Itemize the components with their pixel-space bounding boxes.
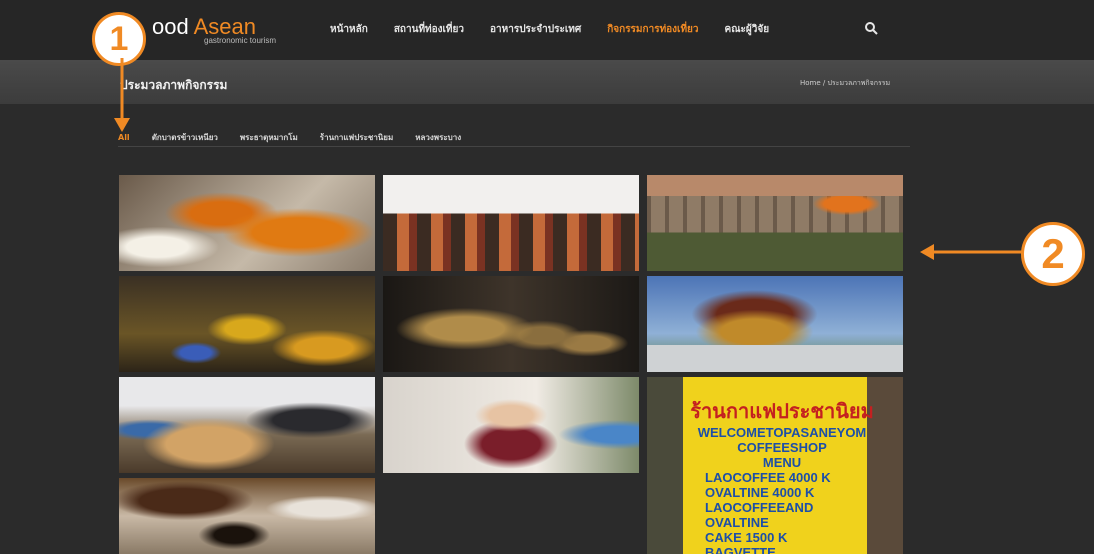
nav-item-home[interactable]: หน้าหลัก: [330, 22, 368, 37]
filter-coffee-shop[interactable]: ร้านกาแฟประชานิยม: [320, 131, 393, 144]
gallery-photo-seated-women[interactable]: [383, 175, 639, 271]
main-nav: หน้าหลัก สถานที่ท่องเที่ยว อาหารประจำประ…: [330, 22, 878, 37]
filter-luang-prabang[interactable]: หลวงพระบาง: [415, 131, 461, 144]
gallery-photo-coffee-brewing[interactable]: [119, 478, 375, 554]
top-navigation-bar: ood Asean gastronomic tourism หน้าหลัก ส…: [0, 0, 1094, 60]
gallery-photo-coffee-sign[interactable]: ร้านกาแฟประชานิยม WELCOMETOPASANEYOM COF…: [647, 377, 903, 554]
nav-item-attractions[interactable]: สถานที่ท่องเที่ยว: [394, 22, 464, 37]
nav-item-activities[interactable]: กิจกรรมการท่องเที่ยว: [607, 22, 698, 37]
breadcrumb[interactable]: Home / ประมวลภาพกิจกรรม: [800, 78, 890, 89]
filter-all[interactable]: All: [118, 133, 130, 142]
gallery-photo-street-vendor[interactable]: [119, 377, 375, 473]
nav-item-researchers[interactable]: คณะผู้วิจัย: [725, 22, 770, 37]
filter-that-makmo[interactable]: พระธาตุหมากโม: [240, 131, 298, 144]
filter-divider: [118, 146, 910, 147]
gallery-photo-temple-interior[interactable]: [119, 276, 375, 372]
annotation-arrow-down: [114, 58, 130, 132]
annotation-arrow-left: [920, 244, 1022, 260]
nav-item-national-food[interactable]: อาหารประจำประเทศ: [490, 22, 581, 37]
gallery-filter-bar: All ตักบาตรข้าวเหนียว พระธาตุหมากโม ร้าน…: [118, 131, 483, 144]
filter-alms-giving[interactable]: ตักบาตรข้าวเหนียว: [152, 131, 218, 144]
annotation-callout-2: 2: [1021, 222, 1085, 286]
gallery-photo-monks-alms[interactable]: [119, 175, 375, 271]
gallery-photo-buddha-statues[interactable]: [383, 276, 639, 372]
gallery-photo-woman-smiling[interactable]: [383, 377, 639, 473]
gallery-photo-wooden-house[interactable]: [647, 175, 903, 271]
search-icon[interactable]: [864, 21, 878, 35]
gallery-photo-temple-exterior[interactable]: [647, 276, 903, 372]
page-title: ประมวลภาพกิจกรรม: [120, 78, 228, 92]
logo-tagline: gastronomic tourism: [204, 36, 277, 45]
coffee-sign-text: ร้านกาแฟประชานิยม WELCOMETOPASANEYOM COF…: [690, 401, 874, 554]
